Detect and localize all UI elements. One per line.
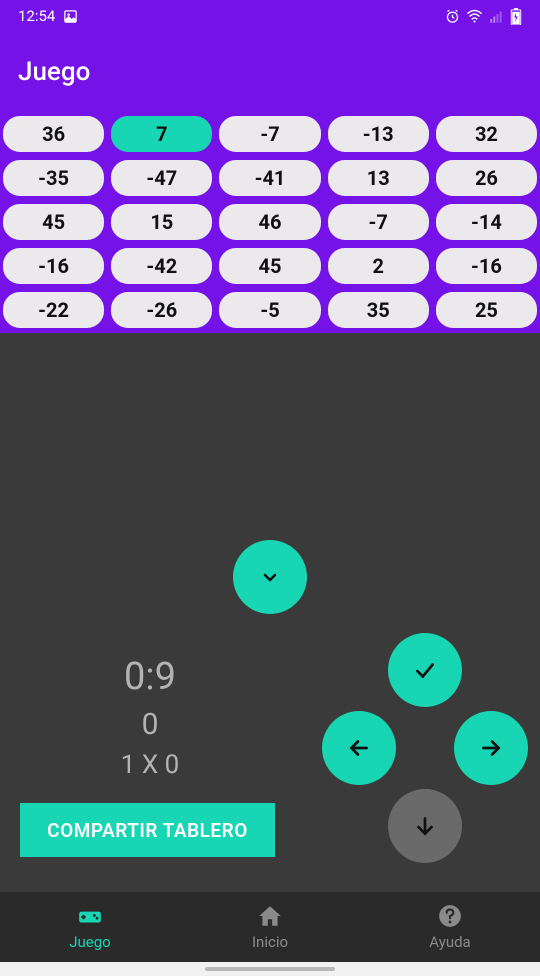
help-icon [437, 903, 463, 929]
nav-item-ayuda[interactable]: Ayuda [360, 892, 540, 962]
grid-cell[interactable]: -7 [327, 203, 430, 241]
grid-row: -16-42452-16 [0, 247, 540, 285]
grid-cell[interactable]: -7 [218, 115, 321, 153]
signal-icon [489, 9, 504, 24]
nav-label: Ayuda [429, 933, 470, 951]
grid-cell[interactable]: 46 [218, 203, 321, 241]
grid-cell[interactable]: -16 [2, 247, 105, 285]
multiplier: 1 X 0 [20, 750, 280, 780]
grid-cell[interactable]: -5 [218, 291, 321, 329]
grid-cell[interactable]: -35 [2, 159, 105, 197]
system-nav-bar [0, 962, 540, 976]
app-title: Juego [18, 57, 90, 87]
home-icon [257, 903, 283, 929]
grid-cell[interactable]: 2 [327, 247, 430, 285]
grid-cell[interactable]: -13 [327, 115, 430, 153]
number-grid: 367-7-1332-35-47-411326451546-7-14-16-42… [0, 112, 540, 333]
grid-cell[interactable]: -26 [110, 291, 213, 329]
gamepad-icon [77, 903, 103, 929]
grid-cell[interactable]: 13 [327, 159, 430, 197]
check-icon [412, 657, 438, 683]
grid-cell[interactable]: -22 [2, 291, 105, 329]
grid-cell[interactable]: 15 [110, 203, 213, 241]
chevron-down-icon [258, 565, 282, 589]
down-button[interactable] [388, 789, 462, 863]
status-time: 12:54 [18, 7, 55, 25]
battery-icon [510, 8, 522, 25]
info-column: 0:9 0 1 X 0 [20, 655, 280, 780]
grid-row: 367-7-1332 [0, 115, 540, 153]
grid-cell[interactable]: 45 [218, 247, 321, 285]
grid-cell[interactable]: 35 [327, 291, 430, 329]
share-board-button[interactable]: COMPARTIR TABLERO [20, 803, 275, 857]
wifi-icon [466, 8, 483, 25]
grid-cell[interactable]: 45 [2, 203, 105, 241]
grid-cell[interactable]: 36 [2, 115, 105, 153]
grid-row: -22-26-53525 [0, 291, 540, 329]
grid-cell[interactable]: -16 [435, 247, 538, 285]
confirm-button[interactable] [388, 633, 462, 707]
bottom-nav: Juego Inicio Ayuda [0, 892, 540, 962]
app-bar: Juego [0, 32, 540, 112]
grid-cell[interactable]: -42 [110, 247, 213, 285]
grid-cell[interactable]: -41 [218, 159, 321, 197]
left-button[interactable] [322, 711, 396, 785]
status-bar: 12:54 [0, 0, 540, 32]
nav-item-juego[interactable]: Juego [0, 892, 180, 962]
grid-row: 451546-7-14 [0, 203, 540, 241]
nav-label: Inicio [252, 933, 288, 951]
nav-handle[interactable] [205, 967, 335, 971]
dpad [318, 633, 533, 863]
alarm-icon [445, 9, 460, 24]
nav-label: Juego [69, 933, 110, 951]
arrow-down-icon [412, 813, 438, 839]
drop-button[interactable] [233, 540, 307, 614]
score: 0 [20, 707, 280, 742]
timer: 0:9 [20, 655, 280, 699]
grid-cell[interactable]: 32 [435, 115, 538, 153]
grid-row: -35-47-411326 [0, 159, 540, 197]
grid-cell[interactable]: -14 [435, 203, 538, 241]
arrow-right-icon [478, 735, 504, 761]
grid-cell[interactable]: -47 [110, 159, 213, 197]
arrow-left-icon [346, 735, 372, 761]
grid-cell[interactable]: 26 [435, 159, 538, 197]
share-label: COMPARTIR TABLERO [47, 819, 248, 842]
picture-icon [63, 9, 78, 24]
right-button[interactable] [454, 711, 528, 785]
nav-item-inicio[interactable]: Inicio [180, 892, 360, 962]
grid-cell[interactable]: 25 [435, 291, 538, 329]
grid-cell[interactable]: 7 [110, 115, 213, 153]
